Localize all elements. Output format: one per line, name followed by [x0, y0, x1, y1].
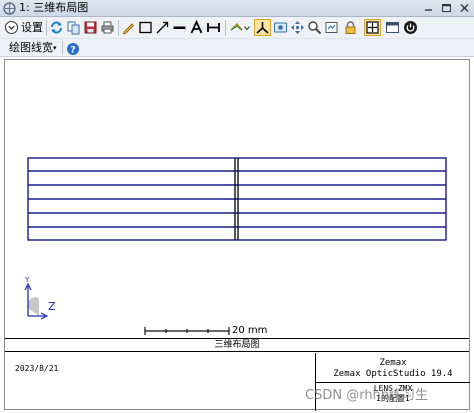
- text-icon: [190, 20, 203, 34]
- divider: [316, 382, 470, 383]
- settings-label[interactable]: 设置: [21, 21, 43, 34]
- axis-indicator: Y: [24, 276, 49, 320]
- power-icon: [404, 21, 417, 34]
- copy-button[interactable]: [65, 19, 82, 36]
- svg-text:?: ?: [70, 45, 75, 55]
- pan-icon: [291, 21, 304, 34]
- axis-glyph-shade: [27, 297, 39, 316]
- ray-dropdown[interactable]: [243, 19, 251, 36]
- scale-bar: [144, 327, 230, 335]
- plot-title: 三维布局图: [5, 339, 469, 352]
- main-toolbar: 设置: [0, 17, 474, 39]
- lens-layout-drawing: Y: [24, 157, 447, 335]
- view-button[interactable]: [272, 19, 289, 36]
- draw-width-dropdown[interactable]: 绘图线宽: [9, 41, 53, 54]
- fit-button[interactable]: [364, 19, 381, 36]
- clipboard-button[interactable]: [323, 19, 340, 36]
- print-icon: [101, 21, 114, 34]
- pan-button[interactable]: [289, 19, 306, 36]
- copy-icon: [67, 21, 80, 35]
- axis-z-label: Z: [48, 300, 56, 313]
- rotate-axes-icon: [256, 22, 269, 34]
- layout-plot: Y Z 20 mm 三维布局图 2023/8/21 Zemax Zemax Op…: [4, 59, 470, 411]
- window-title: 1: 三维布局图: [19, 1, 89, 14]
- close-icon[interactable]: [457, 1, 472, 15]
- clipboard-icon: [325, 22, 338, 33]
- toolbar-divider: [225, 20, 226, 36]
- arrow-button[interactable]: [154, 19, 171, 36]
- lock-button[interactable]: [342, 19, 359, 36]
- title-bar: 1: 三维布局图: [0, 0, 474, 17]
- minimize-icon[interactable]: [421, 1, 436, 15]
- chevron-down-icon: [244, 25, 250, 30]
- ray-icon: [230, 23, 243, 31]
- pencil-icon: [122, 23, 135, 35]
- toolbar-divider: [118, 20, 119, 36]
- svg-text:Y: Y: [24, 276, 30, 284]
- rectangle-button[interactable]: [137, 19, 154, 36]
- fit-icon: [366, 21, 379, 34]
- maximize-icon[interactable]: [439, 1, 454, 15]
- settings-toggle-button[interactable]: [3, 19, 20, 36]
- power-button[interactable]: [402, 19, 419, 36]
- window-icon: [386, 22, 399, 33]
- line-icon: [173, 26, 186, 29]
- refresh-button[interactable]: [48, 19, 65, 36]
- zoom-button[interactable]: [306, 19, 323, 36]
- save-icon: [84, 21, 97, 34]
- save-button[interactable]: [82, 19, 99, 36]
- window-button[interactable]: [384, 19, 401, 36]
- line-button[interactable]: [171, 19, 188, 36]
- print-button[interactable]: [99, 19, 116, 36]
- watermark: CSDN @rhhb练习生: [305, 388, 429, 403]
- date-label: 2023/8/21: [15, 364, 59, 373]
- text-button[interactable]: [188, 19, 205, 36]
- lock-icon: [345, 21, 356, 34]
- software-version-label: Zemax OpticStudio 19.4: [333, 369, 453, 379]
- company-label: Zemax: [379, 358, 407, 368]
- toolbar-divider: [46, 20, 47, 36]
- toolbar-divider: [62, 41, 63, 55]
- secondary-toolbar: 绘图线宽 ▾ ?: [0, 39, 474, 57]
- pencil-button[interactable]: [120, 19, 137, 36]
- chevron-down-icon[interactable]: ▾: [53, 44, 57, 52]
- zoom-icon: [308, 21, 322, 35]
- scale-bar-label: 20 mm: [232, 325, 268, 336]
- lens-element: [27, 157, 447, 241]
- arrow-icon: [156, 21, 169, 34]
- rotate-axes-button[interactable]: [254, 19, 271, 36]
- help-icon: ?: [66, 42, 79, 55]
- help-button[interactable]: ?: [64, 40, 81, 57]
- chevron-circle-icon: [5, 21, 18, 34]
- layout-icon: [3, 2, 16, 15]
- refresh-icon: [51, 21, 62, 34]
- dimension-button[interactable]: [205, 19, 222, 36]
- rectangle-icon: [139, 21, 152, 34]
- view-icon: [274, 22, 287, 33]
- dimension-icon: [207, 23, 220, 32]
